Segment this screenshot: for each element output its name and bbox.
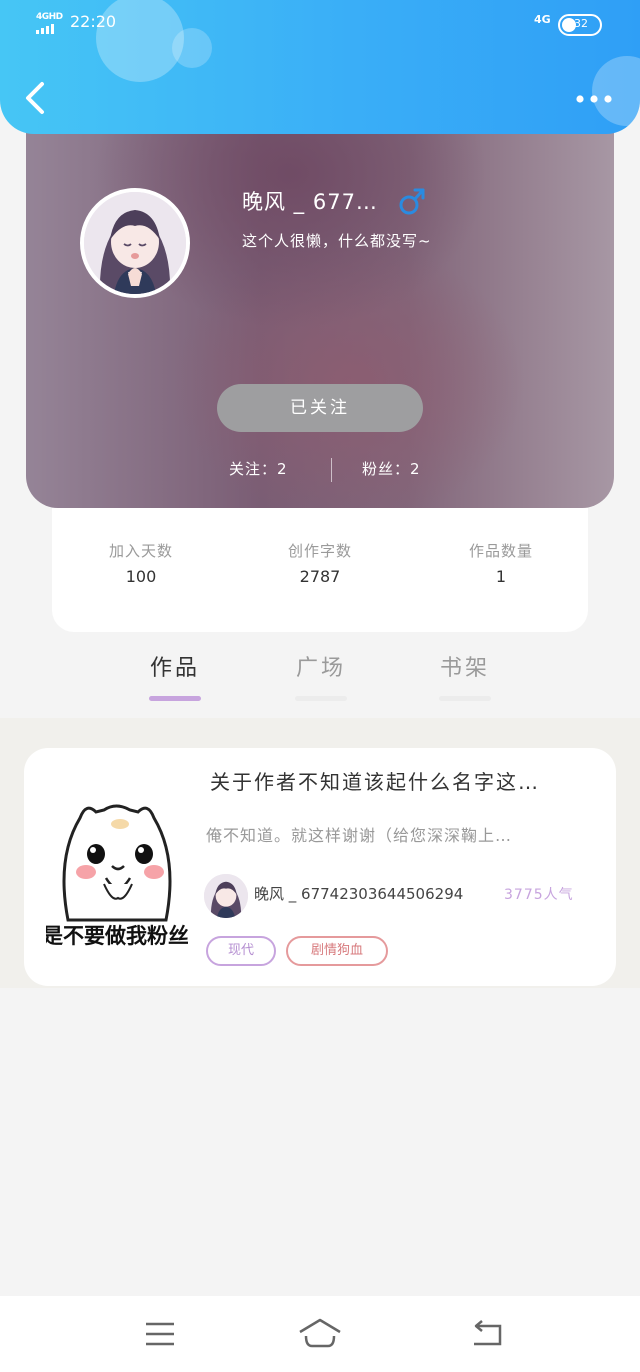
following-stat[interactable]: 关注：2 [229,458,288,479]
tab-indicator [149,696,201,701]
author-avatar [204,874,248,918]
home-icon [299,1318,341,1348]
menu-icon [146,1322,174,1346]
menu-button[interactable] [140,1318,180,1350]
work-cover: 是不要做我粉丝 [46,798,188,948]
stat-value: 2787 [299,567,341,586]
stat-label: 加入天数 [108,542,173,560]
tab-square[interactable]: 广场 [281,650,361,701]
network-type-label: 4GHD [36,12,63,22]
fans-label: 粉丝： [362,460,411,478]
popularity-count: 3775人气 [504,887,574,903]
tab-label: 广场 [295,656,346,681]
profile-card: 晚风 _ 677… 这个人很懒，什么都没写~ 已关注 关注：2 粉丝：2 [26,90,614,508]
status-bar: 4GHD 22:20 4G 32 [0,0,640,44]
chevron-left-icon [26,82,44,114]
tag-drama[interactable]: 剧情狗血 [286,936,388,966]
stat-works-count: 作品数量 1 [411,540,591,586]
avatar[interactable] [80,188,190,298]
follow-status-button[interactable]: 已关注 [217,384,423,432]
network-type-label: 4G [534,13,551,26]
fans-count: 2 [410,460,421,478]
more-dots-icon [576,95,612,103]
more-button[interactable] [572,86,616,112]
home-button[interactable] [298,1318,341,1350]
tab-works[interactable]: 作品 [135,650,215,701]
back-nav-button[interactable] [468,1318,508,1350]
profile-nickname: 晚风 _ 677… [242,190,378,214]
author-name: 晚风 _ 67742303644506294 [254,885,464,903]
tag-modern[interactable]: 现代 [206,936,276,966]
top-header: 4GHD 22:20 4G 32 [0,0,640,134]
cover-caption: 是不要做我粉丝 [46,924,188,948]
back-button[interactable] [20,80,52,116]
avatar-illustration [84,192,186,294]
male-symbol-icon [399,188,425,215]
tab-label: 书架 [439,656,490,681]
stats-card: 加入天数 100 创作字数 2787 作品数量 1 [52,508,588,632]
battery-level: 32 [574,17,588,30]
stat-label: 创作字数 [287,542,352,560]
stat-label: 作品数量 [468,542,533,560]
tab-indicator [439,696,491,701]
work-card[interactable]: 是不要做我粉丝 关于作者不知道该起什么名字这… 俺不知道。就这样谢谢（给您深深鞠… [24,748,616,986]
status-time: 22:20 [70,12,117,31]
stat-value: 100 [125,567,157,586]
tab-bookshelf[interactable]: 书架 [425,650,505,701]
avatar-illustration [204,874,248,918]
tab-label: 作品 [149,656,200,681]
work-description: 俺不知道。就这样谢谢（给您深深鞠上… [206,826,513,845]
battery-icon: 32 [558,14,602,36]
stat-word-count: 创作字数 2787 [230,540,410,586]
stat-value: 1 [495,567,507,586]
following-count: 2 [277,460,288,478]
tab-indicator [295,696,347,701]
profile-bio: 这个人很懒，什么都没写~ [242,232,432,250]
stat-join-days: 加入天数 100 [51,540,231,586]
work-title: 关于作者不知道该起什么名字这… [210,770,540,794]
stat-divider [331,458,332,482]
back-arrow-icon [474,1320,502,1346]
fans-stat[interactable]: 粉丝：2 [362,458,421,479]
following-label: 关注： [229,460,278,478]
signal-icon: 4GHD [36,12,64,34]
system-nav-bar [0,1296,640,1372]
